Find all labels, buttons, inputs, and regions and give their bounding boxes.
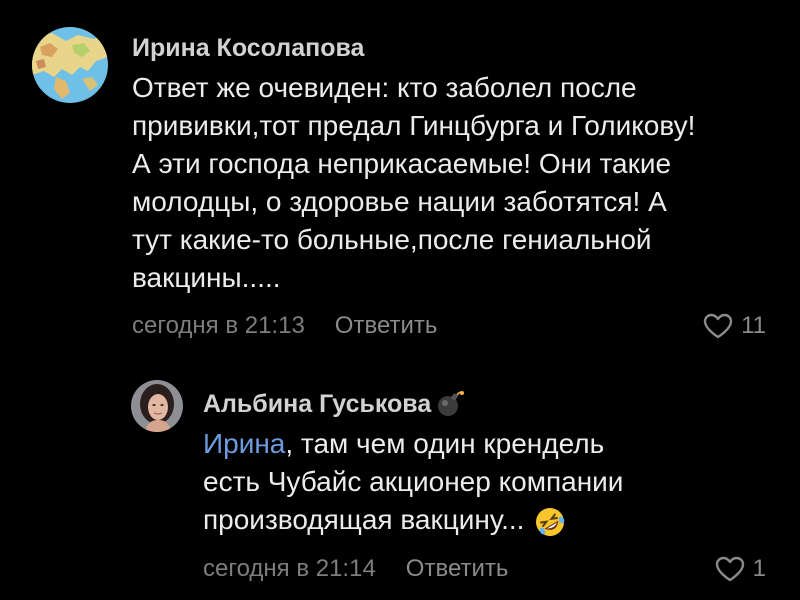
reply-line-1: Ирина, там чем один крендель — [203, 425, 623, 463]
reply-line-1-rest: , там чем один крендель — [285, 428, 605, 459]
comment-line: прививки,тот предал Гинцбурга и Голикову… — [132, 110, 696, 141]
reply-like-button[interactable]: 1 — [715, 555, 766, 583]
map-avatar-icon — [32, 27, 108, 103]
comment-line: молодцы, о здоровье нации заботятся! А — [132, 186, 667, 217]
reply-meta: сегодня в 21:14 Ответить — [203, 555, 508, 583]
comment-meta: сегодня в 21:13 Ответить — [132, 312, 437, 340]
reply-line-2: есть Чубайс акционер компании — [203, 466, 624, 497]
reply-line-3-text: производящая вакцину... — [203, 504, 525, 535]
comment-line: тут какие-то больные,после гениальной — [132, 224, 652, 255]
mention-link[interactable]: Ирина — [203, 428, 285, 459]
avatar-albina[interactable] — [131, 380, 183, 432]
comment-line: вакцины..... — [132, 262, 281, 293]
comment-body: Ответ же очевиден: кто заболел после при… — [132, 69, 695, 297]
comment-timestamp: сегодня в 21:13 — [132, 312, 305, 339]
reply-button[interactable]: Ответить — [335, 312, 438, 340]
like-button[interactable]: 11 — [703, 312, 766, 340]
rolling-on-floor-laughing-icon — [534, 506, 566, 538]
heart-icon — [715, 556, 744, 582]
like-count: 11 — [741, 312, 766, 339]
reply-line-3: производящая вакцину... — [203, 501, 623, 539]
reply-timestamp: сегодня в 21:14 — [203, 555, 376, 582]
comment-author[interactable]: Ирина Косолапова — [132, 34, 364, 63]
reply-like-count: 1 — [752, 555, 766, 582]
avatar-irina[interactable] — [32, 27, 108, 103]
reply-body: Ирина, там чем один крендель есть Чубайс… — [203, 425, 623, 539]
bomb-icon — [438, 391, 465, 416]
heart-icon — [703, 313, 733, 339]
comment-line: Ответ же очевиден: кто заболел после — [132, 72, 637, 103]
user-photo-icon — [131, 380, 183, 432]
reply-author[interactable]: Альбина Гуськова — [203, 389, 465, 419]
reply-reply-button[interactable]: Ответить — [406, 555, 509, 583]
reply-author-name: Альбина Гуськова — [203, 389, 432, 418]
comment-line: А эти господа неприкасаемые! Они такие — [132, 148, 672, 179]
